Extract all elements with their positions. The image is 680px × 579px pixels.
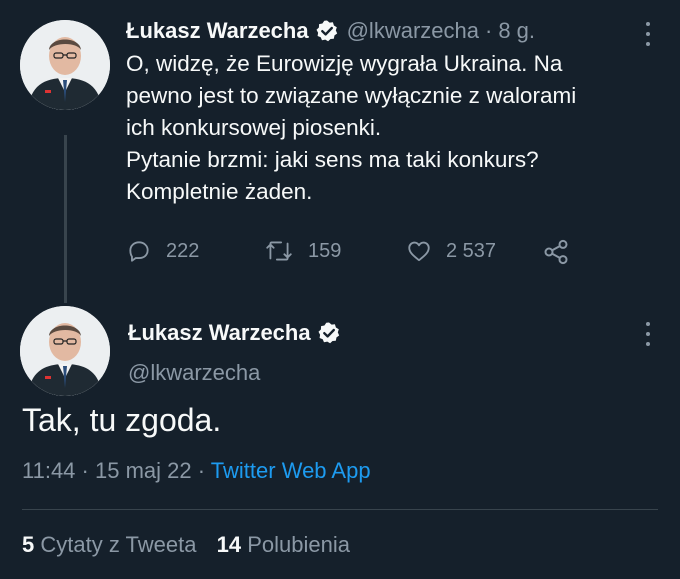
tweet-text-line: Pytanie brzmi: jaki sens ma taki konkurs…: [126, 147, 539, 172]
like-count: 2 537: [446, 239, 497, 262]
like-label: Polubienia: [247, 532, 350, 557]
author-handle[interactable]: @lkwarzecha: [128, 360, 260, 386]
tweet-text-line: ich konkursowej piosenki.: [126, 115, 382, 140]
author-handle[interactable]: @lkwarzecha: [347, 18, 479, 44]
retweet-count: 159: [308, 239, 342, 262]
like-button[interactable]: 2 537: [406, 238, 496, 264]
verified-icon: [315, 19, 339, 43]
separator-dot: ·: [81, 458, 89, 483]
tweet-meta: 11:44 · 15 maj 22 · Twitter Web App: [22, 458, 371, 484]
avatar[interactable]: [20, 306, 110, 396]
more-icon[interactable]: [638, 22, 658, 46]
tweet-time[interactable]: 8 g.: [498, 18, 535, 44]
tweet-stats: 5 Cytaty z Tweeta 14 Polubienia: [22, 532, 350, 558]
thread-line: [64, 135, 67, 303]
like-count: 14: [216, 532, 242, 557]
likes-link[interactable]: 14 Polubienia: [217, 532, 350, 557]
quote-tweets-link[interactable]: 5 Cytaty z Tweeta: [22, 532, 203, 557]
tweet-text-line: pewno jest to związane wyłącznie z walor…: [126, 83, 577, 108]
reply-count: 222: [166, 239, 200, 262]
avatar[interactable]: [20, 20, 110, 110]
divider: [22, 509, 658, 510]
separator-dot: ·: [197, 458, 206, 483]
tweet-time[interactable]: 11:44: [22, 458, 75, 483]
share-button[interactable]: [542, 238, 584, 266]
more-icon[interactable]: [638, 322, 658, 346]
separator-dot: ·: [484, 18, 493, 43]
tweet-text: O, widzę, że Eurowizję wygrała Ukraina. …: [126, 48, 666, 208]
retweet-button[interactable]: 159: [264, 238, 341, 264]
source-app-link[interactable]: Twitter Web App: [211, 458, 371, 483]
tweet-header: Łukasz Warzecha @lkwarzecha · 8 g.: [126, 18, 535, 44]
reply-button[interactable]: 222: [126, 238, 199, 264]
tweet-text: Tak, tu zgoda.: [22, 402, 222, 438]
like-icon: [408, 241, 430, 262]
tweet-text-line: Kompletnie żaden.: [126, 179, 313, 204]
retweet-icon: [266, 241, 292, 261]
author-name[interactable]: Łukasz Warzecha: [128, 320, 311, 346]
share-icon: [544, 239, 568, 265]
tweet-text-line: O, widzę, że Eurowizję wygrała Ukraina. …: [126, 51, 563, 76]
verified-icon: [317, 321, 341, 345]
quote-label: Cytaty z Tweeta: [40, 532, 197, 557]
tweet-handle-row: @lkwarzecha: [128, 360, 260, 386]
author-name[interactable]: Łukasz Warzecha: [126, 18, 309, 44]
tweet-date[interactable]: 15 maj 22: [95, 458, 192, 483]
reply-icon: [129, 241, 149, 262]
tweet-header: Łukasz Warzecha: [128, 320, 341, 346]
quote-count: 5: [22, 532, 35, 557]
